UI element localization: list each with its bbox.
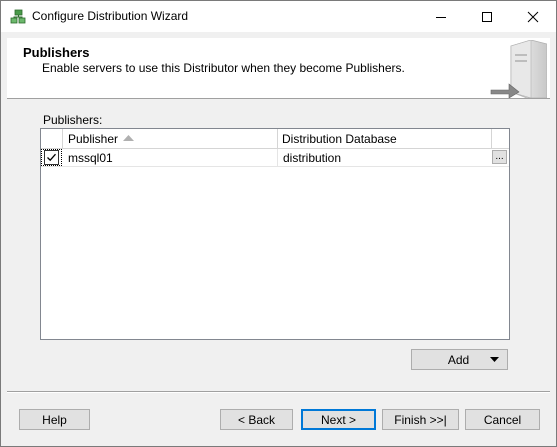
title-bar[interactable]: Configure Distribution Wizard [1,1,556,32]
distribution-database-cell[interactable]: distribution [283,151,341,165]
back-button[interactable]: < Back [220,409,293,430]
publishers-label: Publishers: [43,113,103,127]
grid-header: Publisher Distribution Database [41,129,509,149]
table-row[interactable]: mssql01 distribution ... [41,149,509,167]
column-separator[interactable] [277,129,278,148]
close-button[interactable] [510,1,556,32]
column-separator [62,129,63,148]
column-header-distribution-database[interactable]: Distribution Database [282,132,397,146]
dropdown-arrow-icon [490,357,499,362]
wizard-icon [10,9,26,24]
add-button-label: Add [447,352,470,367]
page-title: Publishers [23,45,90,60]
wizard-page-header: Publishers Enable servers to use this Di… [7,38,550,99]
checkmark-icon [47,153,56,162]
column-header-publisher[interactable]: Publisher [68,132,118,146]
window-title: Configure Distribution Wizard [32,9,189,23]
footer-divider-highlight [7,392,550,393]
browse-database-button[interactable]: ... [492,150,507,164]
add-publisher-button[interactable]: Add [411,349,508,370]
minimize-button[interactable] [418,1,464,32]
finish-button[interactable]: Finish >>| [382,409,459,430]
close-icon [527,11,539,22]
page-subtitle: Enable servers to use this Distributor w… [42,61,405,75]
cancel-button[interactable]: Cancel [465,409,540,430]
publisher-enabled-checkbox[interactable] [44,150,59,165]
minimize-icon [436,16,446,18]
next-button[interactable]: Next > [301,409,376,430]
cell-separator [277,149,278,166]
help-button[interactable]: Help [19,409,90,430]
maximize-button[interactable] [464,1,510,32]
maximize-icon [482,11,492,22]
server-graphic-icon [490,40,547,98]
configure-distribution-wizard-window: Configure Distribution Wizard Publishers… [0,0,557,447]
sort-ascending-icon [123,135,134,141]
publisher-cell: mssql01 [68,151,113,165]
publishers-grid[interactable]: Publisher Distribution Database mssql01 … [40,128,510,340]
column-separator [491,129,492,148]
